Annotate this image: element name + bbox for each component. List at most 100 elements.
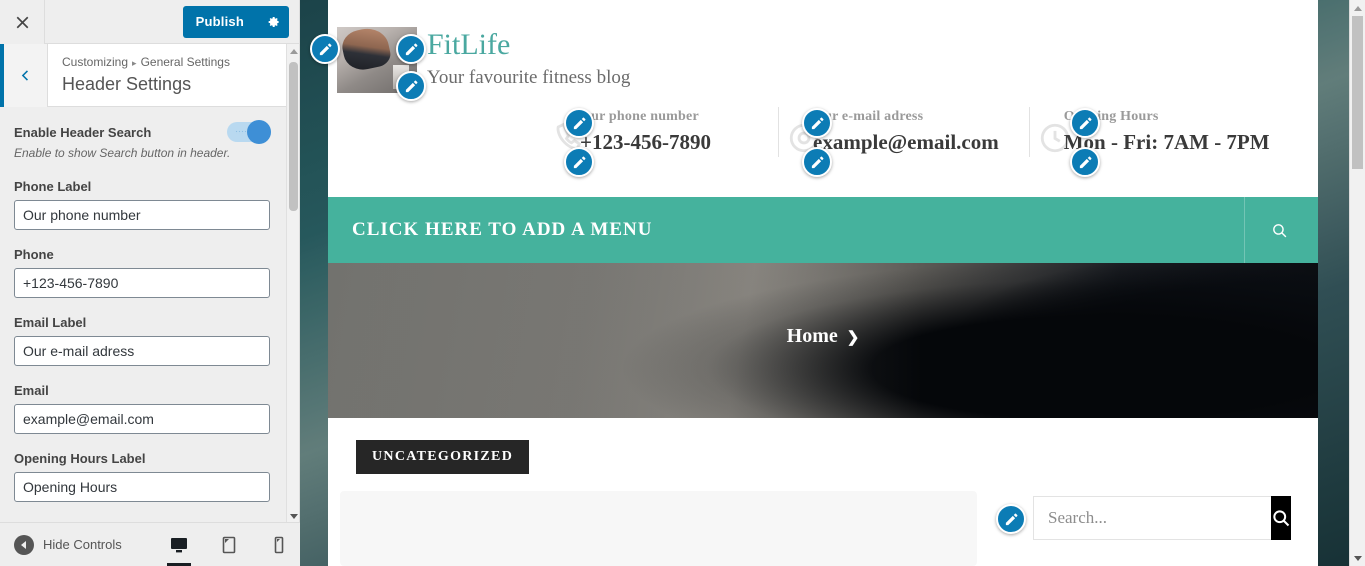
- edit-shortcut-email-value[interactable]: [802, 147, 832, 177]
- scroll-down-arrow-icon[interactable]: [287, 509, 300, 523]
- branding-text: FitLife Your favourite fitness blog: [417, 27, 630, 91]
- field-label: Email: [14, 383, 49, 398]
- breadcrumb: Home ❯: [328, 325, 1318, 348]
- pencil-icon: [1079, 117, 1091, 129]
- clock-icon: [1040, 123, 1069, 153]
- control-label: Enable Header Search: [14, 124, 152, 140]
- header-contact-row: Our phone number +123-456-7890 Our e-mai…: [546, 107, 1300, 157]
- search-input[interactable]: [1033, 496, 1271, 540]
- device-desktop-button[interactable]: [164, 529, 194, 566]
- breadcrumb-root: Customizing: [62, 55, 129, 69]
- contact-email-value: example@email.com: [813, 130, 999, 154]
- phone-input[interactable]: [14, 268, 270, 298]
- edit-shortcut-email-label[interactable]: [802, 108, 832, 138]
- site-tagline: Your favourite fitness blog: [427, 67, 631, 88]
- contact-hours: Opening Hours Mon - Fri: 7AM - 7PM: [1028, 107, 1300, 157]
- email-input[interactable]: [14, 404, 270, 434]
- sidebar-scroll-thumb[interactable]: [289, 62, 298, 211]
- close-customizer-button[interactable]: [0, 0, 45, 44]
- branding: FitLife Your favourite fitness blog: [328, 0, 1318, 93]
- chevron-right-icon: ❯: [846, 328, 860, 346]
- panel-header: Customizing ▸ General Settings Header Sett…: [0, 43, 299, 107]
- search-icon: [1273, 510, 1290, 527]
- device-tablet-button[interactable]: [214, 529, 244, 561]
- pencil-icon: [811, 117, 823, 129]
- control-opening-hours-label: Opening Hours Label: [14, 451, 271, 502]
- desktop-icon: [170, 537, 187, 552]
- search-widget: [1033, 496, 1291, 540]
- contact-email-label: Our e-mail adress: [813, 109, 924, 124]
- edit-shortcut-tagline[interactable]: [396, 71, 426, 101]
- contact-phone-label: Our phone number: [580, 109, 699, 124]
- pencil-icon: [1005, 513, 1017, 525]
- sidebar-scrollbar[interactable]: [286, 44, 299, 523]
- contact-phone-value: +123-456-7890: [580, 130, 711, 154]
- gear-icon: [268, 16, 279, 27]
- control-description: Enable to show Search button in header.: [14, 146, 231, 160]
- breadcrumb-separator-icon: ▸: [132, 58, 137, 68]
- breadcrumb: Customizing ▸ General Settings: [62, 54, 230, 71]
- collapse-icon: [14, 534, 34, 555]
- phone-label-input[interactable]: [14, 200, 270, 230]
- edit-shortcut-hours-label[interactable]: [1070, 108, 1100, 138]
- edit-shortcut-logo-left[interactable]: [310, 34, 340, 64]
- control-email: Email: [14, 383, 271, 434]
- publish-group: Publish: [182, 5, 289, 38]
- field-label: Opening Hours Label: [14, 451, 146, 466]
- pencil-icon: [573, 117, 585, 129]
- control-phone-label: Phone Label: [14, 179, 271, 230]
- field-label: Email Label: [14, 315, 87, 330]
- window-scrollbar[interactable]: [1349, 0, 1365, 566]
- control-email-label: Email Label: [14, 315, 271, 366]
- header-search-toggle[interactable]: [1244, 197, 1288, 263]
- pencil-icon: [319, 43, 331, 55]
- edit-shortcut-site-title[interactable]: [396, 34, 426, 64]
- breadcrumb-section: General Settings: [140, 55, 230, 69]
- customizer-sidebar: Publish Customizing ▸ General Settings H…: [0, 0, 300, 566]
- mobile-icon: [274, 536, 284, 553]
- pencil-icon: [811, 156, 823, 168]
- breadcrumb-home-link[interactable]: Home: [787, 325, 838, 348]
- panel-titles: Customizing ▸ General Settings Header Sett…: [48, 54, 230, 96]
- edit-shortcut-phone-label[interactable]: [564, 108, 594, 138]
- site-preview-frame[interactable]: FitLife Your favourite fitness blog Our …: [328, 0, 1318, 566]
- pencil-icon: [573, 156, 585, 168]
- publish-button[interactable]: Publish: [183, 6, 257, 38]
- hide-controls-button[interactable]: Hide Controls: [0, 534, 122, 555]
- publish-settings-button[interactable]: [257, 6, 289, 38]
- panel-controls: Enable Header Search Enable to show Sear…: [0, 108, 287, 523]
- opening-hours-label-input[interactable]: [14, 472, 270, 502]
- edit-shortcut-phone-value[interactable]: [564, 147, 594, 177]
- email-label-input[interactable]: [14, 336, 270, 366]
- category-badge[interactable]: UNCATEGORIZED: [356, 440, 530, 474]
- device-preview-group: [164, 529, 294, 566]
- edit-shortcut-hours-value[interactable]: [1070, 147, 1100, 177]
- chevron-left-icon: [21, 69, 29, 81]
- device-mobile-button[interactable]: [264, 529, 294, 561]
- add-menu-link[interactable]: CLICK HERE TO ADD A MENU: [328, 219, 652, 241]
- hide-controls-label: Hide Controls: [43, 537, 122, 552]
- scroll-up-arrow-icon[interactable]: [1350, 0, 1365, 16]
- customizer-screen: FitLife Your favourite fitness blog Our …: [0, 0, 1365, 566]
- window-scroll-thumb[interactable]: [1352, 16, 1363, 169]
- site-title[interactable]: FitLife: [427, 27, 630, 63]
- customizer-footer: Hide Controls: [0, 522, 300, 566]
- post-card: [340, 491, 977, 566]
- pencil-icon: [405, 80, 417, 92]
- control-phone: Phone: [14, 247, 271, 298]
- content-area: UNCATEGORIZED: [328, 418, 1318, 566]
- page-title: Header Settings: [62, 74, 192, 94]
- search-submit-button[interactable]: [1271, 496, 1291, 540]
- scroll-up-arrow-icon[interactable]: [287, 44, 300, 58]
- close-icon: [16, 16, 28, 28]
- edit-shortcut-search-widget[interactable]: [996, 504, 1026, 534]
- field-label: Phone: [14, 247, 54, 262]
- pencil-icon: [405, 43, 417, 55]
- scroll-down-arrow-icon[interactable]: [1350, 550, 1365, 566]
- customizer-topbar: Publish: [0, 0, 299, 44]
- control-enable-header-search: Enable Header Search Enable to show Sear…: [14, 120, 271, 162]
- field-label: Phone Label: [14, 179, 92, 194]
- hero-banner: Home ❯: [328, 263, 1318, 418]
- enable-header-search-toggle[interactable]: [227, 120, 271, 144]
- panel-back-button[interactable]: [0, 43, 48, 107]
